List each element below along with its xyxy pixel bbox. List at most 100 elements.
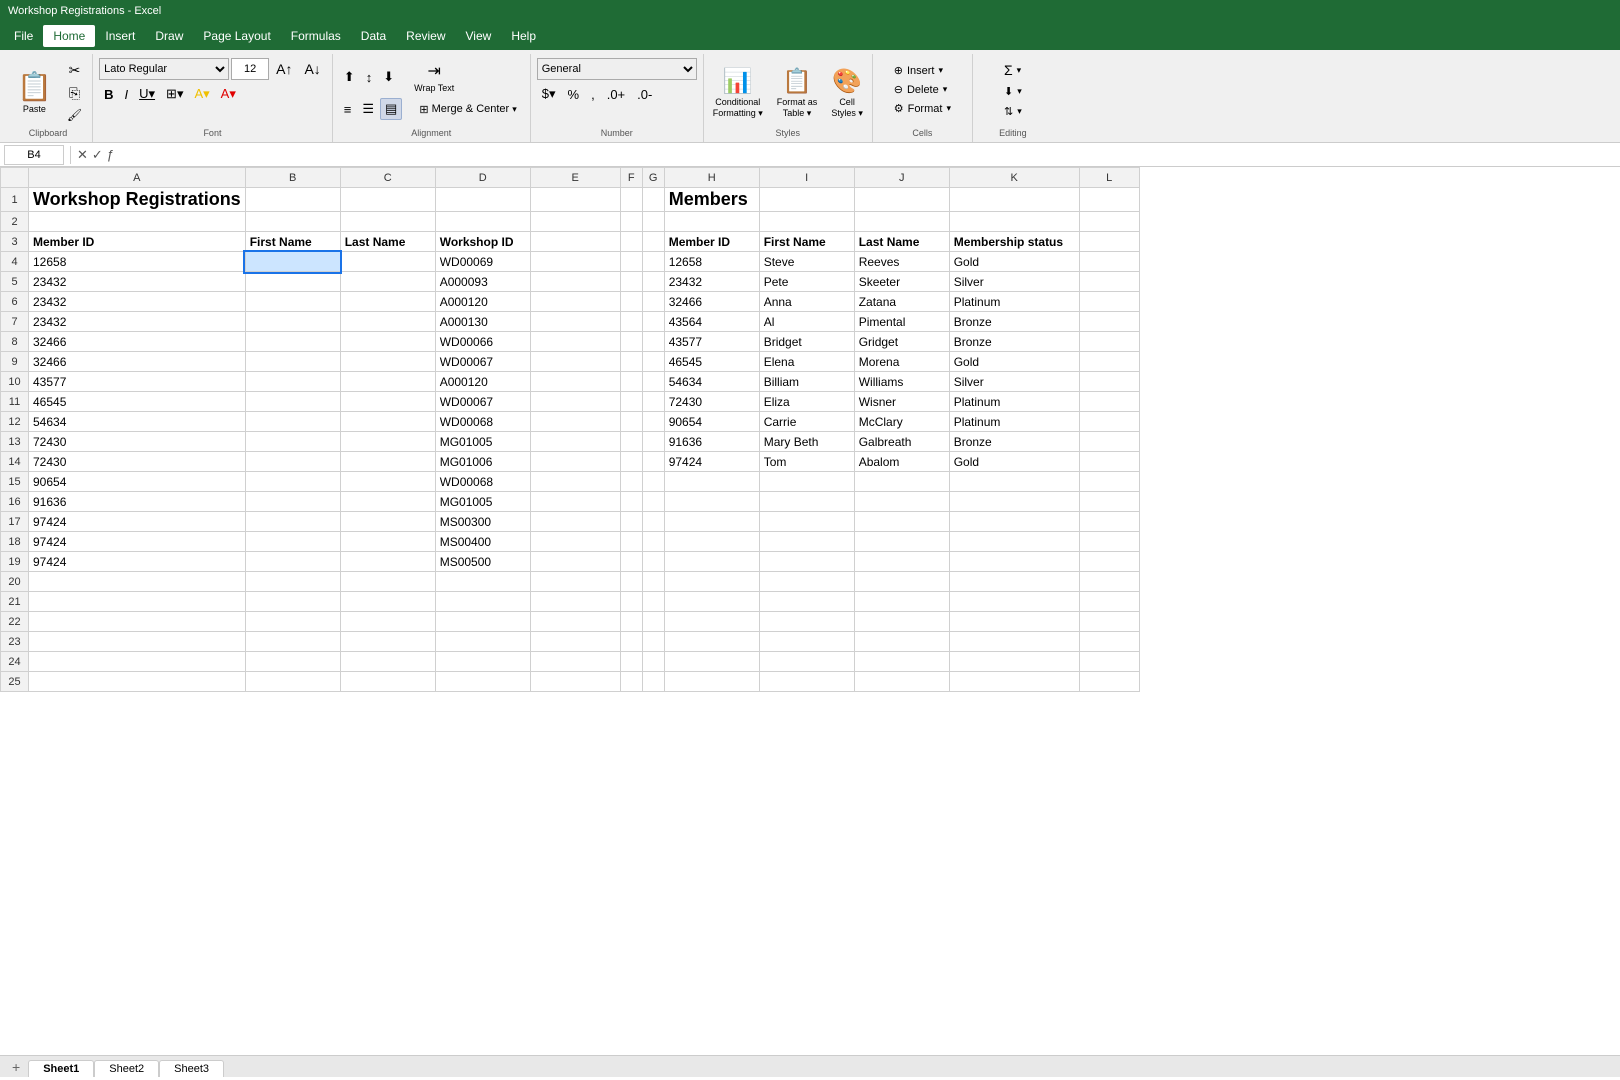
cell-G23[interactable]: [642, 632, 664, 652]
cell-G1[interactable]: [642, 188, 664, 212]
cell-G17[interactable]: [642, 512, 664, 532]
cell-K21[interactable]: [949, 592, 1079, 612]
cell-B6[interactable]: [245, 292, 340, 312]
align-center-button[interactable]: ☰: [357, 98, 379, 120]
cell-L24[interactable]: [1079, 652, 1139, 672]
cell-J5[interactable]: Skeeter: [854, 272, 949, 292]
cell-L20[interactable]: [1079, 572, 1139, 592]
cell-F11[interactable]: [620, 392, 642, 412]
cell-L22[interactable]: [1079, 612, 1139, 632]
cell-C2[interactable]: [340, 212, 435, 232]
cell-C6[interactable]: [340, 292, 435, 312]
cell-A5[interactable]: 23432: [29, 272, 246, 292]
cell-D16[interactable]: MG01005: [435, 492, 530, 512]
cell-K17[interactable]: [949, 512, 1079, 532]
increase-decimal-button[interactable]: .0+: [602, 84, 630, 105]
cell-K19[interactable]: [949, 552, 1079, 572]
cell-J16[interactable]: [854, 492, 949, 512]
cell-H8[interactable]: 43577: [664, 332, 759, 352]
cell-I7[interactable]: Al: [759, 312, 854, 332]
cell-E14[interactable]: [530, 452, 620, 472]
cell-G2[interactable]: [642, 212, 664, 232]
cell-C14[interactable]: [340, 452, 435, 472]
menu-help[interactable]: Help: [501, 25, 546, 47]
row-number[interactable]: 23: [1, 632, 29, 652]
cell-J1[interactable]: [854, 188, 949, 212]
cell-D8[interactable]: WD00066: [435, 332, 530, 352]
cell-J6[interactable]: Zatana: [854, 292, 949, 312]
row-number[interactable]: 16: [1, 492, 29, 512]
cell-A23[interactable]: [29, 632, 246, 652]
cell-A10[interactable]: 43577: [29, 372, 246, 392]
cell-E20[interactable]: [530, 572, 620, 592]
align-bottom-button[interactable]: ⬇: [378, 58, 399, 96]
cell-B17[interactable]: [245, 512, 340, 532]
cell-H16[interactable]: [664, 492, 759, 512]
cell-L6[interactable]: [1079, 292, 1139, 312]
cell-G4[interactable]: [642, 252, 664, 272]
row-number[interactable]: 14: [1, 452, 29, 472]
cell-C9[interactable]: [340, 352, 435, 372]
menu-file[interactable]: File: [4, 25, 43, 47]
font-color-button[interactable]: A▾: [216, 83, 241, 105]
cell-A19[interactable]: 97424: [29, 552, 246, 572]
cell-C24[interactable]: [340, 652, 435, 672]
cell-A24[interactable]: [29, 652, 246, 672]
cell-A14[interactable]: 72430: [29, 452, 246, 472]
cell-H2[interactable]: [664, 212, 759, 232]
wrap-text-button[interactable]: ⇥ Wrap Text: [409, 58, 459, 96]
cell-I4[interactable]: Steve: [759, 252, 854, 272]
cell-G10[interactable]: [642, 372, 664, 392]
comma-button[interactable]: ,: [586, 84, 600, 105]
cell-A25[interactable]: [29, 672, 246, 692]
cell-F23[interactable]: [620, 632, 642, 652]
cell-C3[interactable]: Last Name: [340, 232, 435, 252]
row-number[interactable]: 6: [1, 292, 29, 312]
row-number[interactable]: 1: [1, 188, 29, 212]
cell-J18[interactable]: [854, 532, 949, 552]
cell-I17[interactable]: [759, 512, 854, 532]
cell-K18[interactable]: [949, 532, 1079, 552]
cell-C7[interactable]: [340, 312, 435, 332]
cell-K16[interactable]: [949, 492, 1079, 512]
cell-H15[interactable]: [664, 472, 759, 492]
row-number[interactable]: 3: [1, 232, 29, 252]
cell-C25[interactable]: [340, 672, 435, 692]
cell-E2[interactable]: [530, 212, 620, 232]
row-number[interactable]: 19: [1, 552, 29, 572]
cell-C12[interactable]: [340, 412, 435, 432]
cell-B13[interactable]: [245, 432, 340, 452]
cell-H11[interactable]: 72430: [664, 392, 759, 412]
cell-J20[interactable]: [854, 572, 949, 592]
cell-D9[interactable]: WD00067: [435, 352, 530, 372]
cell-J7[interactable]: Pimental: [854, 312, 949, 332]
cell-E15[interactable]: [530, 472, 620, 492]
cell-E17[interactable]: [530, 512, 620, 532]
cell-L10[interactable]: [1079, 372, 1139, 392]
cell-H23[interactable]: [664, 632, 759, 652]
menu-home[interactable]: Home: [43, 25, 95, 47]
cell-C8[interactable]: [340, 332, 435, 352]
cell-C4[interactable]: [340, 252, 435, 272]
cell-B1[interactable]: [245, 188, 340, 212]
cell-I11[interactable]: Eliza: [759, 392, 854, 412]
cell-A7[interactable]: 23432: [29, 312, 246, 332]
col-header-l[interactable]: L: [1079, 168, 1139, 188]
cell-F20[interactable]: [620, 572, 642, 592]
col-header-j[interactable]: J: [854, 168, 949, 188]
cell-L4[interactable]: [1079, 252, 1139, 272]
cell-H25[interactable]: [664, 672, 759, 692]
cell-B25[interactable]: [245, 672, 340, 692]
cell-G22[interactable]: [642, 612, 664, 632]
cell-D3[interactable]: Workshop ID: [435, 232, 530, 252]
cell-I12[interactable]: Carrie: [759, 412, 854, 432]
formula-input[interactable]: [118, 148, 1616, 162]
format-cells-button[interactable]: ⚙ Format ▾: [887, 100, 958, 117]
cell-D1[interactable]: [435, 188, 530, 212]
cell-C5[interactable]: [340, 272, 435, 292]
increase-font-button[interactable]: A↑: [271, 58, 297, 80]
cell-G16[interactable]: [642, 492, 664, 512]
cell-F13[interactable]: [620, 432, 642, 452]
cell-A20[interactable]: [29, 572, 246, 592]
cell-G5[interactable]: [642, 272, 664, 292]
